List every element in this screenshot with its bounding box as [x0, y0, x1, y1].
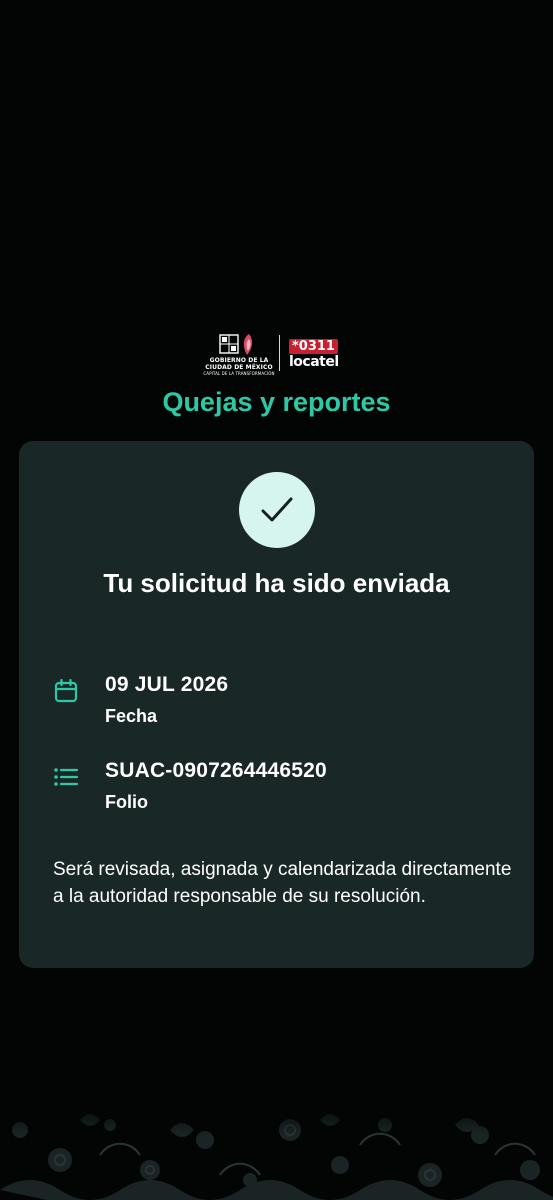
- calendar-icon: [54, 678, 78, 703]
- locatel-number: *0311: [289, 339, 338, 354]
- page-title: Quejas y reportes: [162, 387, 391, 417]
- gobierno-cdmx-logo: GOBIERNO DE LA CIUDAD DE MÉXICO CAPITAL …: [203, 357, 275, 376]
- checkmark-icon: [261, 497, 293, 522]
- decorative-pattern: [0, 1100, 553, 1200]
- date-label: Fecha: [105, 706, 158, 726]
- logo-divider: [279, 335, 280, 371]
- confirmation-note: Será revisada, asignada y calendarizada …: [53, 859, 512, 907]
- folio-label: Folio: [105, 792, 148, 812]
- date-value: 09 JUL 2026: [105, 673, 229, 696]
- locatel-wordmark: locatel: [289, 354, 339, 370]
- confirmation-title: Tu solicitud ha sido enviada: [103, 568, 450, 598]
- folio-row: SUAC-0907264446520 Folio: [19, 759, 534, 819]
- header-logos: GOBIERNO DE LA CIUDAD DE MÉXICO CAPITAL …: [0, 330, 553, 376]
- list-icon: [54, 768, 79, 786]
- confirmation-card: Tu solicitud ha sido enviada 09 JUL 2026…: [19, 441, 534, 968]
- success-badge: [239, 472, 315, 548]
- cdmx-emblem-icon: [219, 334, 253, 355]
- folio-value: SUAC-0907264446520: [105, 759, 327, 782]
- date-row: 09 JUL 2026 Fecha: [19, 673, 534, 733]
